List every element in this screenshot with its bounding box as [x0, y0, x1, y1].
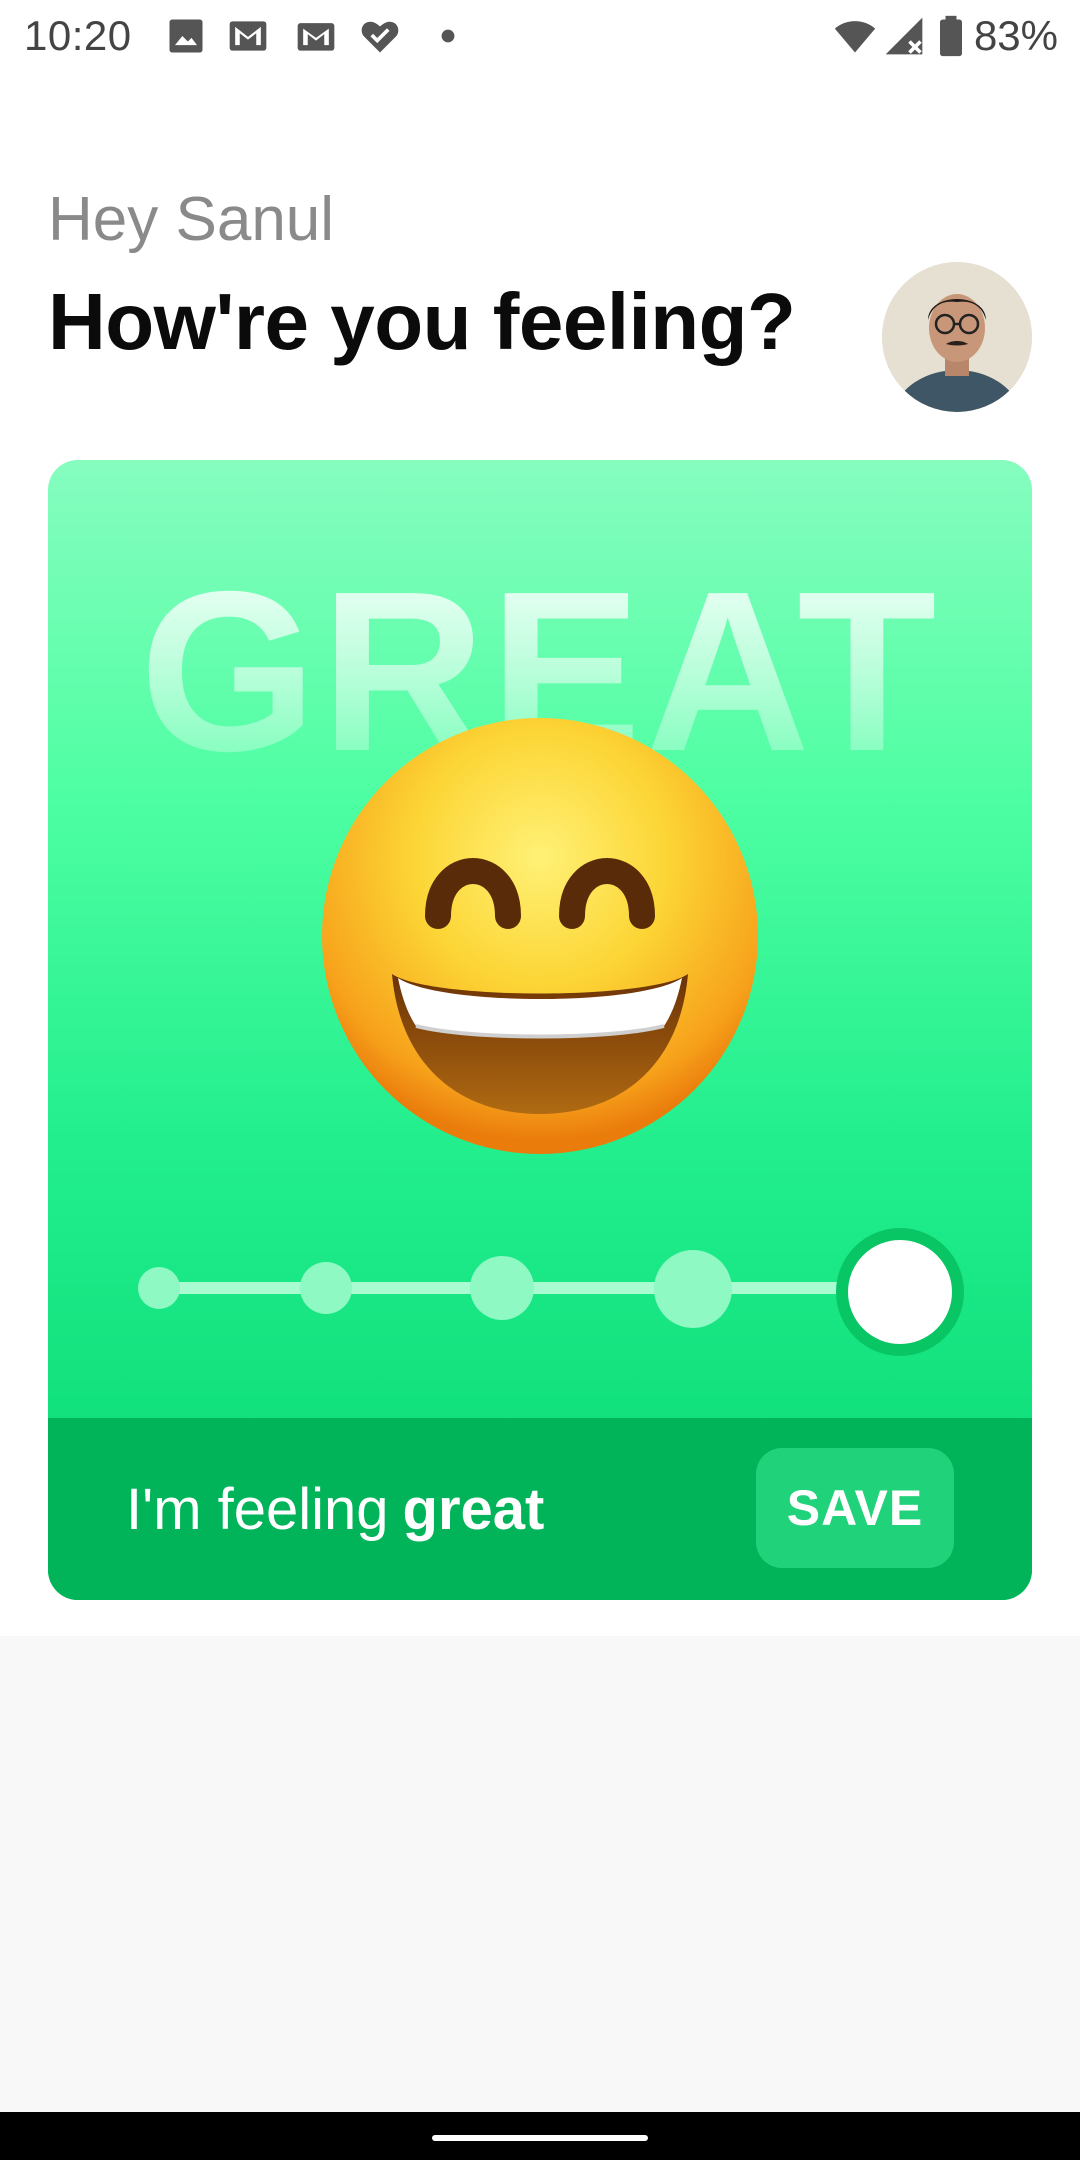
avatar[interactable]	[882, 262, 1032, 412]
slider-step-3[interactable]	[470, 1256, 534, 1320]
empty-content-area	[0, 1636, 1080, 2112]
slider-step-1[interactable]	[138, 1267, 180, 1309]
slider-step-4[interactable]	[654, 1250, 732, 1328]
slider-thumb-step-5[interactable]	[836, 1228, 964, 1356]
dot-icon	[441, 29, 455, 43]
mood-slider[interactable]	[48, 1220, 1032, 1360]
battery-icon	[940, 15, 962, 57]
image-icon	[169, 19, 203, 53]
heart-check-icon	[361, 21, 399, 53]
feeling-prefix: I'm feeling	[126, 1477, 389, 1542]
home-gesture-handle[interactable]	[432, 2135, 648, 2141]
status-time: 10:20	[24, 12, 132, 59]
profile-photo	[882, 262, 1032, 412]
gmail-icon	[229, 21, 267, 51]
gmail-icon	[297, 23, 335, 51]
mood-screen: 10:20 83% Hey Sanul How're you feeling? …	[0, 0, 1080, 2160]
signal-icon	[885, 17, 923, 55]
greeting: Hey Sanul	[48, 185, 335, 254]
grinning-face-emoji-icon	[322, 718, 758, 1154]
status-bar: 10:20 83%	[0, 0, 1080, 72]
save-button[interactable]: SAVE	[756, 1448, 954, 1568]
battery-percent: 83%	[973, 12, 1058, 59]
page-title: How're you feeling?	[48, 277, 796, 366]
feeling-summary: I'm feeling great	[126, 1476, 544, 1543]
card-footer: I'm feeling great SAVE	[48, 1418, 1032, 1600]
feeling-mood: great	[402, 1477, 545, 1542]
wifi-icon	[834, 21, 876, 53]
slider-step-2[interactable]	[300, 1262, 352, 1314]
mood-card: GREAT I'm feeling great SAVE	[48, 460, 1032, 1600]
